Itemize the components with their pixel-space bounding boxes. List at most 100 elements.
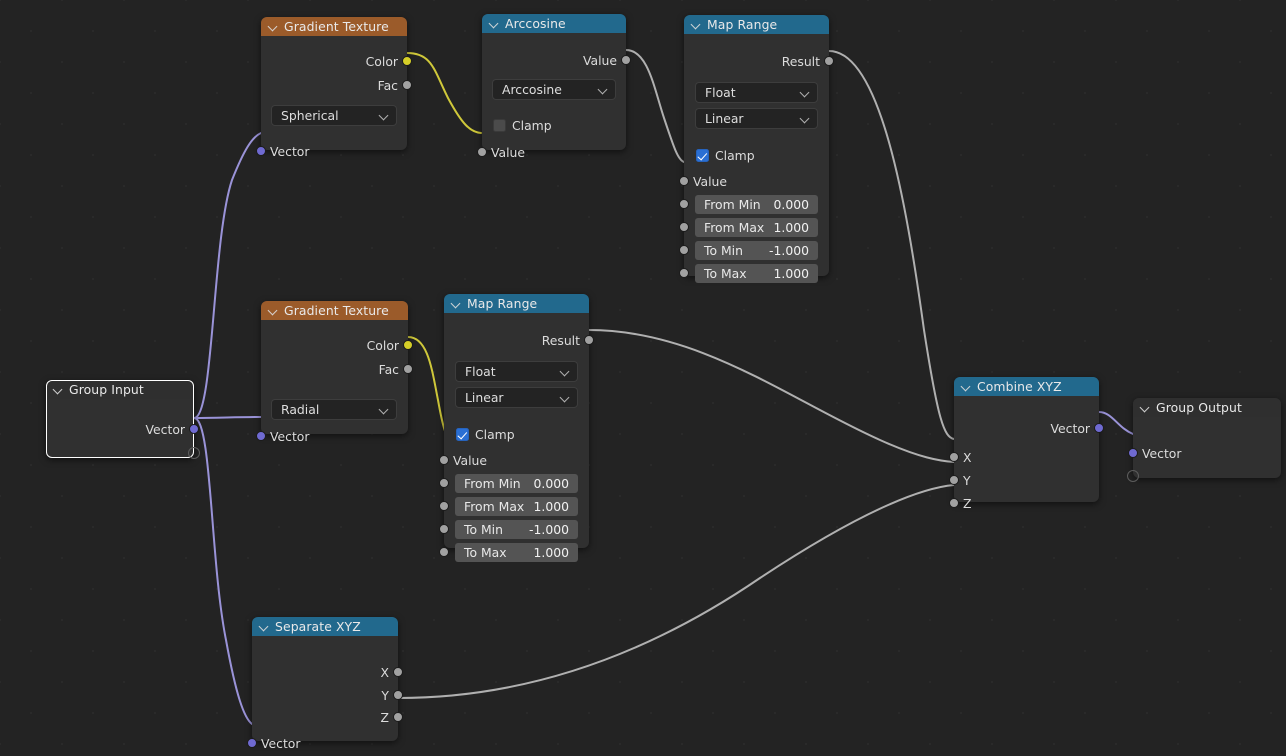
node-editor-canvas[interactable]: Gradient Texture Color Fac Spherical Vec… [0, 0, 1286, 756]
node-header[interactable]: Map Range [444, 294, 589, 313]
input-socket-y[interactable] [949, 475, 959, 485]
input-socket-value[interactable] [679, 176, 689, 186]
output-socket-result[interactable] [824, 56, 834, 66]
node-header[interactable]: Gradient Texture [261, 17, 407, 36]
input-socket-to-max[interactable] [679, 268, 689, 278]
input-socket-to-min[interactable] [439, 524, 449, 534]
output-row-vector: Vector [1051, 420, 1090, 437]
data-type-dropdown[interactable]: Float [695, 82, 818, 103]
input-socket-from-min[interactable] [439, 478, 449, 488]
output-row-color: Color [367, 337, 399, 354]
node-header[interactable]: Map Range [684, 15, 829, 34]
input-socket-value[interactable] [477, 147, 487, 157]
clamp-checkbox-row[interactable]: Clamp [456, 426, 515, 443]
chevron-down-icon [598, 85, 608, 95]
node-header[interactable]: Arccosine [482, 14, 626, 33]
clamp-checkbox-row[interactable]: Clamp [493, 117, 552, 134]
output-socket-color[interactable] [403, 340, 413, 350]
input-socket-value[interactable] [439, 455, 449, 465]
node-group-output[interactable]: Group Output Vector [1127, 398, 1281, 482]
field-to-min[interactable]: To Min -1.000 [455, 520, 578, 539]
input-row-vector: Vector [1142, 445, 1181, 462]
node-gradient-texture-spherical[interactable]: Gradient Texture Color Fac Spherical Vec… [256, 17, 412, 159]
input-socket-to-max[interactable] [439, 547, 449, 557]
node-combine-xyz[interactable]: Combine XYZ Vector X Y Z [949, 377, 1104, 511]
output-socket-vector[interactable] [1094, 423, 1104, 433]
node-title: Gradient Texture [284, 303, 389, 318]
output-socket-color[interactable] [402, 56, 412, 66]
output-socket-y[interactable] [393, 690, 403, 700]
output-socket-virtual[interactable] [188, 447, 200, 459]
input-socket-x[interactable] [949, 452, 959, 462]
interpolation-dropdown[interactable]: Linear [455, 387, 578, 408]
input-label-x: X [963, 450, 972, 465]
node-title: Map Range [707, 17, 778, 32]
data-type-dropdown[interactable]: Float [455, 361, 578, 382]
chevron-down-icon [560, 393, 570, 403]
collapse-chevron-icon[interactable] [961, 381, 972, 392]
input-label-value: Value [693, 174, 728, 189]
node-header[interactable]: Group Input [46, 380, 194, 399]
output-row-x: X [381, 664, 390, 681]
input-socket-vector[interactable] [1128, 448, 1138, 458]
gradient-type-dropdown[interactable]: Spherical [271, 105, 397, 126]
node-header[interactable]: Group Output [1133, 398, 1281, 417]
clamp-checkbox[interactable] [493, 119, 506, 132]
output-label-y: Y [381, 688, 389, 703]
collapse-chevron-icon[interactable] [691, 19, 702, 30]
output-row-result: Result [782, 53, 820, 70]
output-socket-fac[interactable] [403, 364, 413, 374]
math-operation-dropdown[interactable]: Arccosine [492, 79, 616, 100]
field-from-max[interactable]: From Max 1.000 [455, 497, 578, 516]
input-socket-from-min[interactable] [679, 199, 689, 209]
output-socket-result[interactable] [584, 335, 594, 345]
collapse-chevron-icon[interactable] [451, 298, 462, 309]
output-socket-fac[interactable] [402, 80, 412, 90]
clamp-label: Clamp [715, 148, 755, 163]
node-gradient-texture-radial[interactable]: Gradient Texture Color Fac Radial Vector [256, 301, 413, 444]
input-socket-virtual[interactable] [1127, 470, 1139, 482]
link-groupinput-to-gradient-spherical [193, 132, 262, 419]
output-row-vector: Vector [146, 421, 185, 438]
clamp-checkbox-row[interactable]: Clamp [696, 147, 755, 164]
collapse-chevron-icon[interactable] [268, 305, 279, 316]
output-socket-vector[interactable] [189, 424, 199, 434]
input-socket-vector[interactable] [256, 146, 266, 156]
node-arccosine[interactable]: Arccosine Value Arccosine Clamp Value [477, 14, 631, 160]
output-socket-value[interactable] [621, 55, 631, 65]
node-separate-xyz[interactable]: Separate XYZ X Y Z Vector [247, 617, 403, 751]
collapse-chevron-icon[interactable] [53, 384, 64, 395]
clamp-checkbox[interactable] [456, 428, 469, 441]
node-header[interactable]: Gradient Texture [261, 301, 408, 320]
collapse-chevron-icon[interactable] [259, 621, 270, 632]
field-label: To Max [704, 266, 747, 281]
input-socket-from-max[interactable] [439, 501, 449, 511]
field-from-min[interactable]: From Min 0.000 [455, 474, 578, 493]
collapse-chevron-icon[interactable] [489, 18, 500, 29]
collapse-chevron-icon[interactable] [268, 21, 279, 32]
input-socket-vector[interactable] [256, 431, 266, 441]
node-group-input[interactable]: Group Input Vector [46, 380, 200, 459]
chevron-down-icon [379, 111, 389, 121]
node-map-range-mid[interactable]: Map Range Result Float Linear Clamp Valu… [439, 294, 594, 562]
gradient-type-dropdown[interactable]: Radial [271, 399, 397, 420]
field-to-min[interactable]: To Min -1.000 [695, 241, 818, 260]
field-to-max[interactable]: To Max 1.000 [455, 543, 578, 562]
output-socket-z[interactable] [393, 712, 403, 722]
clamp-checkbox[interactable] [696, 149, 709, 162]
output-row-value: Value [583, 52, 617, 69]
node-header[interactable]: Separate XYZ [252, 617, 398, 636]
input-socket-vector[interactable] [247, 738, 257, 748]
output-socket-x[interactable] [393, 667, 403, 677]
node-header[interactable]: Combine XYZ [954, 377, 1099, 396]
input-socket-from-max[interactable] [679, 222, 689, 232]
collapse-chevron-icon[interactable] [1140, 402, 1151, 413]
field-to-max[interactable]: To Max 1.000 [695, 264, 818, 283]
node-map-range-top[interactable]: Map Range Result Float Linear Clamp Valu… [679, 15, 834, 283]
input-socket-z[interactable] [949, 498, 959, 508]
input-socket-to-min[interactable] [679, 245, 689, 255]
field-from-max[interactable]: From Max 1.000 [695, 218, 818, 237]
interpolation-dropdown[interactable]: Linear [695, 108, 818, 129]
output-row-fac: Fac [379, 361, 399, 378]
field-from-min[interactable]: From Min 0.000 [695, 195, 818, 214]
